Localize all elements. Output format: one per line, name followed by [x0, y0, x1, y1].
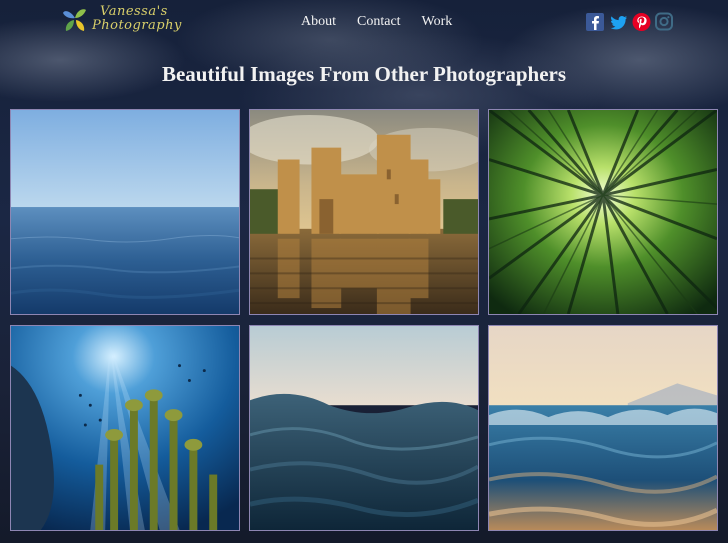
brand-line-2: Photography [92, 18, 182, 33]
nav-about[interactable]: About [301, 14, 336, 30]
calm-sea-image[interactable] [10, 109, 240, 315]
pinterest-icon[interactable] [632, 11, 651, 33]
ocean-wave-closeup-image[interactable] [249, 325, 479, 531]
castle-reflection-image[interactable] [249, 109, 479, 315]
page-title: Beautiful Images From Other Photographer… [161, 62, 567, 86]
instagram-icon[interactable] [655, 11, 674, 33]
social-links [586, 11, 674, 33]
twitter-icon[interactable] [609, 11, 628, 33]
sunset-waves-image[interactable] [488, 325, 718, 531]
nav-contact[interactable]: Contact [357, 14, 401, 30]
bamboo-forest-image[interactable] [488, 109, 718, 315]
leaf-logo-icon [63, 9, 86, 31]
underwater-coral-image[interactable] [10, 325, 240, 531]
facebook-icon[interactable] [586, 11, 605, 33]
site-logo[interactable]: Vanessa's Photography [62, 4, 182, 34]
nav-work[interactable]: Work [422, 14, 453, 30]
brand-line-1: Vanessa's [100, 4, 168, 19]
main-nav: About Contact Work [301, 14, 452, 30]
